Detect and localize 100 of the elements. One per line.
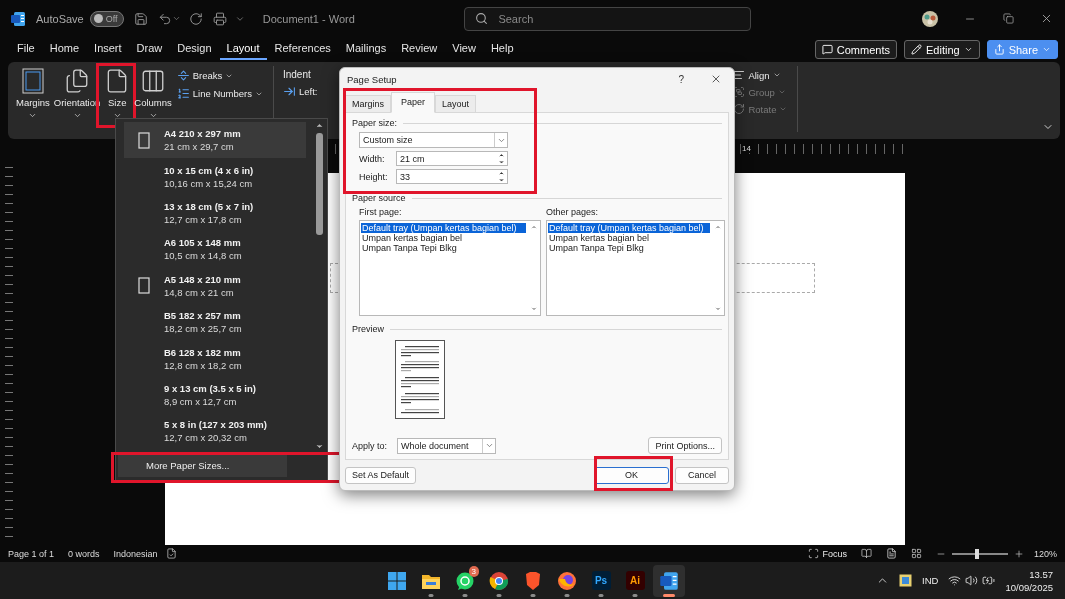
ribbon-button[interactable]: Size [102, 66, 133, 122]
menu-item[interactable]: B5 182 x 257 mm 18,2 cm x 25,7 cm [124, 303, 306, 341]
dialog-tab[interactable]: Margins [345, 95, 391, 114]
scrollbar-thumb[interactable] [316, 133, 323, 235]
taskbar-app[interactable] [653, 564, 685, 597]
menu-tab[interactable]: Draw [129, 39, 170, 60]
menu-tab[interactable]: Insert [87, 39, 129, 60]
running-indicator [462, 593, 468, 597]
menu-item[interactable]: A4 210 x 297 mm 21 cm x 29,7 cm [124, 122, 306, 159]
height-field[interactable]: 33 [396, 169, 508, 185]
paper-name: 5 x 8 in (127 x 203 mm) [164, 419, 267, 431]
chevron-down-icon[interactable] [72, 111, 82, 120]
read-mode-icon[interactable] [860, 548, 872, 559]
ribbon-button[interactable]: Breaks [176, 69, 263, 82]
restore-icon[interactable] [1002, 13, 1014, 24]
list-item[interactable]: Default tray (Umpan kertas bagian bel) [361, 223, 526, 234]
web-layout-icon[interactable] [910, 548, 922, 559]
print-options-button[interactable]: Print Options... [648, 437, 722, 455]
save-icon[interactable] [133, 11, 148, 26]
windows-start-icon[interactable] [387, 570, 407, 591]
menu-tab[interactable]: Mailings [338, 39, 394, 60]
focus-button[interactable]: Focus [808, 548, 847, 559]
zoom-in-icon[interactable] [1013, 548, 1024, 559]
tray-list[interactable]: Default tray (Umpan kertas bagian bel) Umpan kertas bagian bel Umpan Tanpa Tepi Blkg [546, 220, 725, 317]
menu-tab[interactable]: Help [483, 39, 521, 60]
taskbar-app[interactable]: Ps [585, 564, 617, 597]
taskbar-app[interactable]: Ai [619, 564, 651, 597]
list-item[interactable]: Umpan kertas bagian bel [548, 233, 710, 244]
running-indicator [632, 593, 638, 597]
list-item[interactable]: Umpan Tanpa Tepi Blkg [361, 243, 526, 254]
width-field[interactable]: 21 cm [396, 151, 508, 167]
ribbon-button[interactable]: Line Numbers [176, 87, 263, 100]
menu-item[interactable]: B6 128 x 182 mm 12,8 cm x 18,2 cm [124, 340, 306, 377]
menu-item[interactable]: 5 x 8 in (127 x 203 mm) 12,7 cm x 20,32 cm [124, 413, 306, 450]
menu-item[interactable]: 9 x 13 cm (3.5 x 5 in) 8,9 cm x 12,7 cm [124, 376, 306, 414]
zoom-slider-thumb[interactable] [975, 548, 980, 559]
tray-app-icon[interactable] [899, 574, 913, 587]
menu-tab[interactable]: Layout [219, 39, 267, 60]
photoshop-icon[interactable]: Ps [591, 571, 611, 590]
field-label: Height: [359, 171, 389, 182]
menu-tab[interactable]: Design [170, 39, 219, 60]
field-label: Width: [359, 153, 386, 164]
ok-button[interactable]: OK [594, 466, 669, 484]
more-paper-sizes-item[interactable]: More Paper Sizes... [118, 453, 287, 477]
chevron-down-icon[interactable] [28, 111, 38, 120]
comments-button[interactable]: Comments [814, 40, 897, 59]
dialog-tab[interactable]: Layout [435, 95, 477, 114]
help-button[interactable]: ? [678, 73, 684, 85]
undo-icon[interactable] [157, 11, 172, 26]
fox-globe-icon[interactable] [557, 570, 577, 591]
browser-icon[interactable] [489, 570, 509, 591]
chevron-icon[interactable] [171, 14, 181, 23]
search-field[interactable]: Search [496, 11, 697, 26]
illustrator-icon[interactable]: Ai [625, 571, 645, 590]
ribbon-button[interactable]: Margins [14, 66, 52, 122]
menu-tab[interactable]: File [10, 39, 42, 60]
avatar-icon[interactable] [921, 9, 939, 28]
chevron-down-icon[interactable] [315, 442, 324, 451]
menu-scrollbar[interactable] [314, 121, 325, 451]
wifi-icon[interactable] [948, 574, 962, 587]
set-as-default-button[interactable]: Set As Default [345, 466, 417, 484]
battery-icon[interactable] [982, 574, 996, 587]
word-logo-icon[interactable] [10, 10, 26, 27]
menu-item[interactable]: A5 148 x 210 mm 14,8 cm x 21 cm [124, 267, 306, 304]
apply-to-dropdown[interactable]: Whole document [397, 437, 496, 454]
dialog-tab[interactable]: Paper [391, 92, 436, 114]
chevron-down-icon[interactable] [963, 45, 973, 54]
menu-item[interactable]: A6 105 x 148 mm 10,5 cm x 14,8 cm [124, 231, 306, 268]
list-item[interactable]: Umpan Tanpa Tepi Blkg [548, 243, 710, 254]
accessibility-icon[interactable] [165, 548, 177, 559]
autosave-toggle[interactable]: Off [89, 10, 124, 27]
input-language: IND [922, 575, 939, 586]
redo-icon[interactable] [188, 11, 203, 26]
menu-tab[interactable]: View [445, 39, 483, 60]
list-item[interactable]: Default tray (Umpan kertas bagian bel) [548, 223, 710, 234]
clock[interactable]: 13.57 10/09/2025 [1005, 567, 1053, 594]
menu-item[interactable]: 10 x 15 cm (4 x 6 in) 10,16 cm x 15,24 cm [124, 158, 306, 195]
menu-item[interactable]: 13 x 18 cm (5 x 7 in) 12,7 cm x 17,8 cm [124, 194, 306, 232]
search-bar[interactable]: Search [464, 6, 752, 31]
print-icon[interactable] [212, 11, 227, 26]
volume-icon[interactable] [965, 574, 979, 587]
chevron-down-icon[interactable] [112, 111, 122, 120]
ribbon-button[interactable]: Align [733, 69, 788, 81]
chevron-up-icon[interactable] [315, 121, 324, 130]
chevron-down-icon[interactable] [148, 111, 158, 120]
chat-bubble-icon[interactable] [455, 570, 475, 591]
lion-shield-icon[interactable] [524, 570, 542, 591]
menu-tab[interactable]: References [267, 39, 338, 60]
editing-button[interactable]: Editing [904, 40, 980, 59]
tray-list[interactable]: Default tray (Umpan kertas bagian bel) Umpan kertas bagian bel Umpan Tanpa Tepi Blkg [359, 220, 541, 317]
paper-name: B6 128 x 182 mm [164, 346, 242, 358]
paper-dimensions: 10,16 cm x 15,24 cm [164, 177, 254, 189]
word-logo-icon[interactable] [659, 570, 679, 591]
cancel-button[interactable]: Cancel [675, 466, 729, 484]
print-layout-icon[interactable] [885, 548, 897, 559]
paper-size-dropdown[interactable]: Custom size [359, 132, 508, 149]
list-item[interactable]: Umpan kertas bagian bel [361, 233, 526, 244]
margins-icon[interactable] [21, 68, 44, 94]
menu-tab[interactable]: Review [394, 39, 445, 60]
menu-tab[interactable]: Home [42, 39, 87, 60]
